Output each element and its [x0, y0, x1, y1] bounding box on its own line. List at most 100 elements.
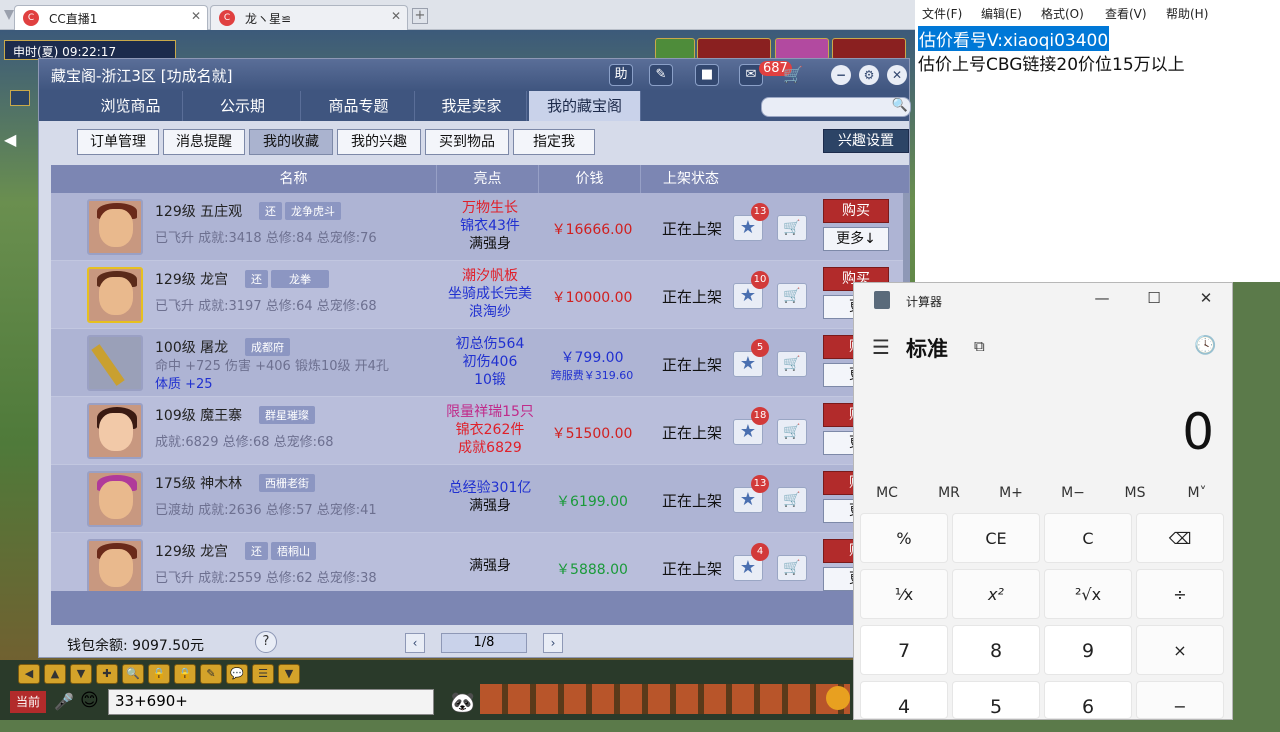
close-icon[interactable]: ✕ — [391, 9, 401, 23]
memory-list-button[interactable]: M˅ — [1166, 485, 1228, 501]
browser-tab-cc-live[interactable]: C CC直播1 ✕ — [14, 5, 208, 30]
character-avatar[interactable] — [87, 539, 143, 591]
search-input[interactable]: 🔍 — [761, 97, 911, 117]
interest-settings-button[interactable]: 兴趣设置 — [823, 129, 909, 153]
maximize-icon[interactable]: ☐ — [1134, 289, 1174, 307]
arrow-left-icon[interactable]: ◀ — [18, 664, 40, 684]
emoji-icon[interactable]: 😊 — [80, 690, 99, 711]
digit-9-button[interactable]: 9 — [1044, 625, 1132, 675]
brush-icon[interactable]: ✎ — [200, 664, 222, 684]
my-favorites-button[interactable]: 我的收藏 — [249, 129, 333, 155]
character-avatar[interactable] — [87, 471, 143, 527]
next-page-button[interactable]: › — [543, 633, 563, 653]
settings-icon[interactable]: ⚙ — [859, 65, 879, 85]
keep-on-top-icon[interactable]: ⧉ — [974, 337, 985, 355]
help-icon[interactable]: ? — [255, 631, 277, 653]
browser-tab-long-xing[interactable]: C 龙ヽ星≌ ✕ — [210, 5, 408, 30]
tab-my-pavilion[interactable]: 我的藏宝阁 — [529, 91, 641, 121]
chevron-down-icon[interactable]: ▼ — [278, 664, 300, 684]
my-interest-button[interactable]: 我的兴趣 — [337, 129, 421, 155]
arrow-left-icon[interactable]: ◀ — [4, 130, 20, 154]
chat-input[interactable]: 33+690+ — [108, 689, 434, 715]
minimize-icon[interactable]: − — [831, 65, 851, 85]
multiply-button[interactable]: × — [1136, 625, 1224, 675]
notepad-line-selected[interactable]: 估价看号V:xiaoqi03400 — [918, 26, 1110, 51]
memory-add-button[interactable]: M+ — [980, 485, 1042, 501]
table-row[interactable]: 129级 龙宫 还 梧桐山 已飞升 成就:2559 总修:62 总宠修:38 满… — [51, 533, 909, 591]
minimize-icon[interactable]: — — [1082, 289, 1122, 307]
digit-7-button[interactable]: 7 — [860, 625, 948, 675]
character-avatar[interactable] — [87, 199, 143, 255]
backspace-button[interactable]: ⌫ — [1136, 513, 1224, 563]
table-row[interactable]: 175级 神木林 西栅老街 已渡劫 成就:2636 总修:57 总宠修:41 总… — [51, 465, 909, 533]
tab-topics[interactable]: 商品专题 — [303, 91, 415, 121]
tab-browse[interactable]: 浏览商品 — [79, 91, 183, 121]
history-icon[interactable]: 🕓 — [1194, 335, 1216, 356]
digit-4-button[interactable]: 4 — [860, 681, 948, 719]
cart-icon[interactable]: 🛒 — [777, 351, 807, 377]
close-icon[interactable]: ✕ — [1186, 289, 1226, 307]
cart-icon[interactable]: 🛒 — [777, 215, 807, 241]
memory-recall-button[interactable]: MR — [918, 485, 980, 501]
microphone-icon[interactable]: 🎤 — [54, 692, 74, 711]
character-avatar[interactable] — [87, 403, 143, 459]
memory-store-button[interactable]: MS — [1104, 485, 1166, 501]
assigned-to-me-button[interactable]: 指定我 — [513, 129, 595, 155]
help-button[interactable]: 助 — [609, 64, 633, 86]
smiley-icon[interactable] — [826, 686, 850, 710]
character-avatar[interactable] — [87, 267, 143, 323]
order-management-button[interactable]: 订单管理 — [77, 129, 159, 155]
digit-5-button[interactable]: 5 — [952, 681, 1040, 719]
pet-icon[interactable]: 🐼 — [450, 690, 475, 714]
clear-button[interactable]: C — [1044, 513, 1132, 563]
minimap-icon[interactable] — [655, 38, 695, 60]
notepad-line[interactable]: 估价上号CBG链接20价位15万以上 — [918, 50, 1185, 75]
tab-public-period[interactable]: 公示期 — [185, 91, 301, 121]
table-row[interactable]: 129级 龙宫 还 龙拳 已飞升 成就:3197 总修:64 总宠修:68 潮汐… — [51, 261, 909, 329]
avatar[interactable] — [775, 38, 829, 60]
cart-icon[interactable]: 🛒 — [777, 283, 807, 309]
tab-seller[interactable]: 我是卖家 — [417, 91, 527, 121]
minus-button[interactable]: − — [1136, 681, 1224, 719]
cart-icon[interactable]: 🛒 — [777, 555, 807, 581]
cart-icon[interactable]: 🛒 — [777, 487, 807, 513]
stop-icon[interactable]: ■ — [695, 64, 719, 86]
cart-icon[interactable]: 🛒 — [777, 419, 807, 445]
more-button[interactable]: 更多↓ — [823, 227, 889, 251]
table-row[interactable]: 129级 五庄观 还 龙争虎斗 已飞升 成就:3418 总修:84 总宠修:76… — [51, 193, 909, 261]
tab-menu-icon[interactable] — [4, 10, 14, 20]
divide-button[interactable]: ÷ — [1136, 569, 1224, 619]
weapon-icon[interactable] — [87, 335, 143, 391]
menu-format[interactable]: 格式(O) — [1041, 5, 1084, 22]
channel-button[interactable]: 当前 — [10, 691, 46, 713]
square-root-button[interactable]: ²√x — [1044, 569, 1132, 619]
reciprocal-button[interactable]: ¹⁄x — [860, 569, 948, 619]
lock-icon[interactable]: 🔒 — [148, 664, 170, 684]
bought-items-button[interactable]: 买到物品 — [425, 129, 509, 155]
toolbar-icons[interactable] — [480, 684, 850, 714]
arrow-down-icon[interactable]: ▼ — [70, 664, 92, 684]
search-icon[interactable]: 🔍 — [892, 98, 908, 113]
prev-page-button[interactable]: ‹ — [405, 633, 425, 653]
square-button[interactable]: x² — [952, 569, 1040, 619]
memory-clear-button[interactable]: MC — [856, 485, 918, 501]
cart-icon[interactable]: 🛒 — [783, 65, 803, 84]
digit-6-button[interactable]: 6 — [1044, 681, 1132, 719]
table-row[interactable]: 100级 屠龙 成都府 命中 +725 伤害 +406 锻炼10级 开4孔 体质… — [51, 329, 909, 397]
memory-subtract-button[interactable]: M− — [1042, 485, 1104, 501]
message-reminder-button[interactable]: 消息提醒 — [163, 129, 245, 155]
menu-help[interactable]: 帮助(H) — [1166, 5, 1208, 22]
clear-entry-button[interactable]: CE — [952, 513, 1040, 563]
menu-edit[interactable]: 编辑(E) — [981, 5, 1022, 22]
close-icon[interactable]: ✕ — [887, 65, 907, 85]
table-row[interactable]: 109级 魔王寨 群星璀璨 成就:6829 总修:68 总宠修:68 限量祥瑞1… — [51, 397, 909, 465]
buy-button[interactable]: 购买 — [823, 199, 889, 223]
menu-file[interactable]: 文件(F) — [922, 5, 962, 22]
search-icon[interactable]: 🔍 — [122, 664, 144, 684]
percent-button[interactable]: % — [860, 513, 948, 563]
arrow-up-icon[interactable]: ▲ — [44, 664, 66, 684]
map-toggle-icon[interactable] — [10, 90, 30, 106]
new-tab-button[interactable]: + — [412, 8, 428, 24]
close-icon[interactable]: ✕ — [191, 9, 201, 23]
move-icon[interactable]: ✚ — [96, 664, 118, 684]
